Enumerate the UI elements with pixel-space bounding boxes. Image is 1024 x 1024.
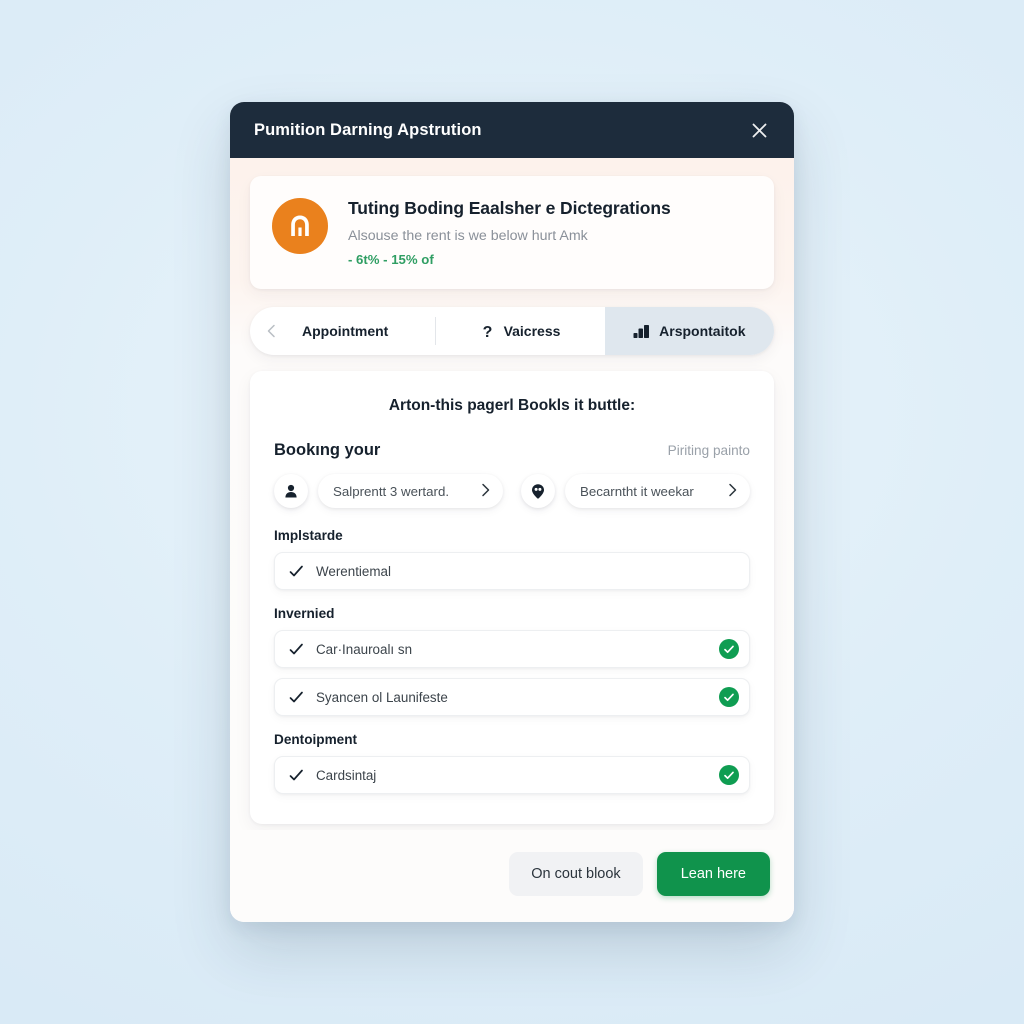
tab-arspontaitok-label: Arspontaitok (659, 323, 746, 339)
modal-titlebar: Pumition Darning Apstrution (230, 102, 794, 158)
field-row-werentiemal[interactable]: Werentiemal (274, 552, 750, 590)
svg-text:?: ? (482, 324, 492, 340)
question-mark-icon: ? (480, 323, 495, 340)
tab-arspontaitok[interactable]: Arspontaitok (604, 307, 774, 355)
info-banner: Tuting Boding Eaalsher e Dictegrations A… (250, 176, 774, 289)
section-title: Bookıng your (274, 441, 381, 459)
modal-dialog: Pumition Darning Apstrution Tuting Bodin… (230, 102, 794, 922)
modal-footer: On cout blook Lean here (230, 830, 794, 922)
close-icon[interactable] (746, 117, 772, 143)
status-badge (719, 687, 739, 707)
page-title: Pumition Darning Apstrution (254, 120, 482, 139)
banner-text-block: Tuting Boding Eaalsher e Dictegrations A… (348, 196, 671, 267)
selector-person-label: Salprentt 3 wertard. (333, 483, 450, 499)
field-group-label-invernied: Invernied (274, 606, 335, 621)
section-header: Bookıng your Piriting painto (274, 441, 750, 460)
selector-location-pill[interactable]: Becarntht it weekar (565, 474, 750, 508)
field-row-cardsintaj[interactable]: Cardsintaj (274, 756, 750, 794)
confirm-button[interactable]: Lean here (656, 852, 770, 896)
field-group-label-dentoipment: Dentoipment (274, 732, 358, 747)
panel-heading: Arton-this pagerl Bookls it buttle: (388, 397, 636, 414)
content-panel: Arton-this pagerl Bookls it buttle: Book… (250, 371, 774, 824)
field-row-syancen-launifeste[interactable]: Syancen ol Launifeste (274, 678, 750, 716)
field-row-label: Cardsintaj (316, 767, 377, 783)
field-row-label: Syancen ol Launifeste (316, 689, 448, 705)
field-row-car-inauroali[interactable]: Car·Inauroalı sn (274, 630, 750, 668)
selector-person: Salprentt 3 wertard. (274, 474, 503, 508)
tab-vaicress-label: Vaicress (503, 323, 561, 339)
chevron-left-icon (266, 324, 277, 338)
status-badge (719, 765, 739, 785)
cancel-button[interactable]: On cout blook (509, 852, 643, 896)
check-icon (289, 565, 304, 578)
arch-monument-icon (272, 198, 328, 254)
selector-location: Becarntht it weekar (521, 474, 750, 508)
chevron-right-icon (480, 483, 491, 500)
banner-title: Tuting Boding Eaalsher e Dictegrations (348, 198, 671, 218)
selector-location-label: Becarntht it weekar (580, 483, 694, 499)
section-aside-label: Piriting painto (667, 443, 750, 458)
bar-chart-icon (633, 324, 650, 339)
field-row-label: Werentiemal (316, 563, 391, 579)
field-row-label: Car·Inauroalı sn (316, 641, 413, 657)
field-group-label-implstarde: Implstarde (274, 528, 343, 543)
location-pin-icon[interactable] (521, 474, 555, 508)
person-icon[interactable] (274, 474, 308, 508)
modal-body: Tuting Boding Eaalsher e Dictegrations A… (230, 158, 794, 830)
tab-vaicress[interactable]: ? Vaicress (435, 307, 604, 355)
check-icon (289, 643, 304, 656)
tab-bar: Appointment ? Vaicress Arspontaitok (250, 307, 774, 355)
chevron-right-icon (727, 483, 738, 500)
status-badge (719, 639, 739, 659)
tab-appointment-label: Appointment (302, 323, 389, 339)
check-icon (289, 769, 304, 782)
selector-person-pill[interactable]: Salprentt 3 wertard. (318, 474, 503, 508)
banner-subtitle: Alsouse the rent is we below hurt Amk (348, 228, 588, 244)
selector-row: Salprentt 3 wertard. Becarntht it weekar (274, 474, 750, 508)
check-icon (289, 691, 304, 704)
banner-accent-text: - 6t% - 15% of (348, 252, 434, 267)
tab-appointment[interactable]: Appointment (250, 307, 435, 355)
